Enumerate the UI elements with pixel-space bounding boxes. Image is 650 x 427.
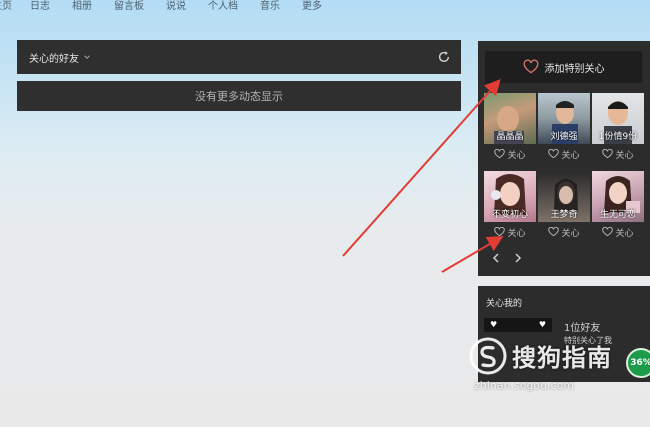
- chevron-right-icon[interactable]: [514, 253, 522, 263]
- care-label: 关心: [507, 150, 526, 161]
- care-heart-icon: [494, 227, 506, 237]
- sogou-logo-icon: [469, 337, 507, 375]
- top-nav: 主页 日志 相册 留言板 说说 个人档 音乐 更多: [0, 0, 344, 16]
- chevron-down-icon[interactable]: [83, 53, 91, 61]
- watermark-text: 搜狗指南: [512, 344, 612, 372]
- friend-avatar[interactable]: 晶晶晶: [484, 93, 536, 144]
- care-heart-icon: [548, 149, 560, 159]
- nav-item-status[interactable]: 说说: [166, 0, 186, 16]
- friend-name: 不变初心: [491, 210, 528, 220]
- friends-filter-bar: 关心的好友: [17, 40, 461, 74]
- add-special-care-label: 添加特别关心: [544, 63, 605, 75]
- friend-card[interactable]: 王梦奇 关心: [538, 171, 590, 239]
- nav-item-home[interactable]: 主页: [0, 0, 12, 16]
- care-label: 关心: [615, 150, 634, 161]
- care-toggle[interactable]: 关心: [484, 147, 536, 161]
- care-heart-icon: [602, 149, 614, 159]
- friend-avatar[interactable]: 1份情9份: [592, 93, 644, 144]
- care-label: 关心: [561, 228, 580, 239]
- heart-icon: ♥: [538, 320, 546, 329]
- nav-item-blog[interactable]: 日志: [30, 0, 50, 16]
- watermark-url: zhinan.sogou.com: [474, 379, 575, 392]
- nav-item-more[interactable]: 更多: [302, 0, 322, 16]
- care-toggle[interactable]: 关心: [538, 147, 590, 161]
- care-me-title: 关心我的: [486, 299, 523, 309]
- friend-name: 生无可恋: [599, 210, 636, 220]
- sogou-watermark: 搜狗指南 zhinan.sogou.com: [468, 336, 650, 396]
- add-special-care-button[interactable]: 添加特别关心: [485, 51, 642, 83]
- friend-avatar[interactable]: 刘德强: [538, 93, 590, 144]
- progress-badge: 36%: [626, 348, 650, 378]
- care-label: 关心: [615, 228, 634, 239]
- care-heart-icon: [602, 227, 614, 237]
- nav-item-music[interactable]: 音乐: [260, 0, 280, 16]
- friend-name: 1份情9份: [598, 132, 638, 142]
- care-label: 关心: [507, 228, 526, 239]
- chevron-left-icon[interactable]: [492, 253, 500, 263]
- nav-item-album[interactable]: 相册: [72, 0, 92, 16]
- heart-icon: ♥: [490, 320, 498, 329]
- friend-avatar[interactable]: 不变初心: [484, 171, 536, 222]
- friend-name: 王梦奇: [550, 210, 578, 220]
- heart-icon: [523, 59, 538, 74]
- care-heart-icon: [494, 149, 506, 159]
- friend-name: 晶晶晶: [496, 132, 524, 142]
- special-care-panel: 添加特别关心 晶晶晶 关心 刘德强 关心 1份情9份 关心 不变初心 关心 王梦…: [478, 41, 650, 276]
- friend-avatar[interactable]: 王梦奇: [538, 171, 590, 222]
- care-heart-icon: [548, 227, 560, 237]
- care-toggle[interactable]: 关心: [538, 225, 590, 239]
- friend-card[interactable]: 生无可恋 关心: [592, 171, 644, 239]
- friend-card[interactable]: 刘德强 关心: [538, 93, 590, 161]
- friend-name: 刘德强: [550, 132, 578, 142]
- care-label: 关心: [561, 150, 580, 161]
- care-me-avatar-strip[interactable]: ♥ ♥: [484, 318, 552, 332]
- friends-filter-dropdown[interactable]: 关心的好友: [29, 50, 79, 65]
- no-more-feed-notice: 没有更多动态显示: [17, 81, 461, 111]
- refresh-icon[interactable]: [437, 50, 451, 64]
- care-me-count[interactable]: 1位好友: [564, 319, 600, 334]
- care-toggle[interactable]: 关心: [484, 225, 536, 239]
- nav-item-profile[interactable]: 个人档: [208, 0, 238, 16]
- friend-avatar[interactable]: 生无可恋: [592, 171, 644, 222]
- nav-item-guestbook[interactable]: 留言板: [114, 0, 144, 16]
- pager: [492, 253, 536, 263]
- friend-card[interactable]: 1份情9份 关心: [592, 93, 644, 161]
- care-toggle[interactable]: 关心: [592, 225, 644, 239]
- friend-card[interactable]: 晶晶晶 关心: [484, 93, 536, 161]
- care-toggle[interactable]: 关心: [592, 147, 644, 161]
- friend-card[interactable]: 不变初心 关心: [484, 171, 536, 239]
